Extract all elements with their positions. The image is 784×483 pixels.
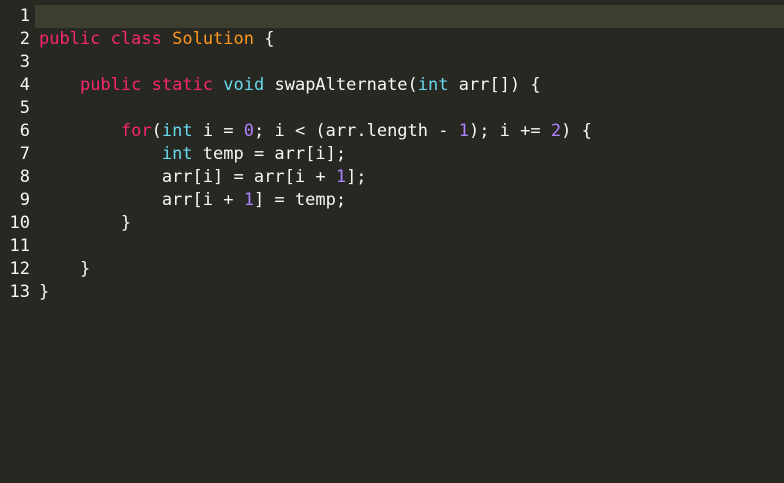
line-number: 11 (9, 236, 30, 256)
code-line[interactable]: 4 public static void swapAlternate(int a… (0, 74, 784, 97)
code-token: 1 (335, 167, 347, 187)
code-line[interactable]: 13} (0, 281, 784, 304)
line-number: 8 (19, 167, 30, 187)
code-line[interactable]: 3 (0, 51, 784, 74)
code-text[interactable]: public static void swapAlternate(int arr… (35, 74, 784, 97)
code-token: i = (192, 121, 244, 141)
code-text[interactable]: } (35, 281, 784, 304)
code-token: temp = arr[i]; (192, 144, 347, 164)
code-editor[interactable]: 1 2 public class Solution {3 4 public stati… (0, 5, 784, 483)
line-number: 9 (19, 190, 30, 210)
code-token: ); i += (468, 121, 551, 141)
code-token: void (223, 75, 265, 95)
code-text[interactable] (35, 235, 784, 258)
code-line[interactable]: 8 arr[i] = arr[i + 1]; (0, 166, 784, 189)
code-token: arr[i + (39, 190, 244, 210)
line-number: 1 (19, 6, 30, 26)
code-text[interactable]: int temp = arr[i]; (35, 143, 784, 166)
code-token: ] = temp; (253, 190, 347, 210)
line-number: 6 (19, 121, 30, 141)
line-number: 12 (9, 259, 30, 279)
code-token: 2 (550, 121, 562, 141)
line-number: 13 (9, 282, 30, 302)
code-token: ]; (346, 167, 367, 187)
code-token: { (254, 29, 275, 49)
code-line[interactable]: 1 (0, 5, 784, 28)
code-text[interactable] (35, 5, 784, 28)
code-token: 0 (243, 121, 255, 141)
code-token: 1 (243, 190, 254, 210)
code-text[interactable]: } (35, 258, 784, 281)
code-line[interactable]: 11 (0, 235, 784, 258)
line-number: 10 (9, 213, 30, 233)
code-line[interactable]: 9 arr[i + 1] = temp; (0, 189, 784, 212)
code-token: } (39, 282, 50, 302)
line-number: 2 (19, 29, 30, 49)
code-text[interactable]: for(int i = 0; i < (arr.length - 1); i +… (35, 120, 784, 143)
code-text[interactable]: arr[i] = arr[i + 1]; (35, 166, 784, 189)
code-line[interactable]: 5 (0, 97, 784, 120)
code-token: static (151, 75, 214, 95)
code-text[interactable]: public class Solution { (35, 28, 784, 51)
code-token: swapAlternate( (264, 75, 418, 95)
code-line[interactable]: 7 int temp = arr[i]; (0, 143, 784, 166)
code-token: ( (151, 121, 162, 141)
code-text[interactable]: } (35, 212, 784, 235)
code-token: ) { (561, 121, 592, 141)
code-token: arr[]) { (448, 75, 541, 95)
line-number: 7 (19, 144, 30, 164)
code-token: int (161, 121, 193, 141)
code-text[interactable] (35, 97, 784, 120)
line-number: 5 (19, 98, 30, 118)
code-token: for (120, 121, 152, 141)
code-line[interactable]: 10 } (0, 212, 784, 235)
code-token: arr[i] = arr[i + (39, 167, 336, 187)
code-token: int (417, 75, 449, 95)
line-number: 4 (19, 75, 30, 95)
code-line[interactable]: 12 } (0, 258, 784, 281)
code-token: Solution (172, 29, 254, 49)
code-token: class (110, 29, 162, 49)
code-token: int (161, 144, 193, 164)
code-token: 1 (458, 121, 469, 141)
code-text[interactable] (35, 51, 784, 74)
code-text[interactable]: arr[i + 1] = temp; (35, 189, 784, 212)
code-token: } (39, 259, 91, 279)
code-token: public (39, 29, 101, 49)
code-line[interactable]: 6 for(int i = 0; i < (arr.length - 1); i… (0, 120, 784, 143)
line-number: 3 (19, 52, 30, 72)
code-token: ; i < (arr.length - (254, 121, 459, 141)
code-line[interactable]: 2 public class Solution { (0, 28, 784, 51)
code-token: public (79, 75, 142, 95)
code-token: } (39, 213, 132, 233)
